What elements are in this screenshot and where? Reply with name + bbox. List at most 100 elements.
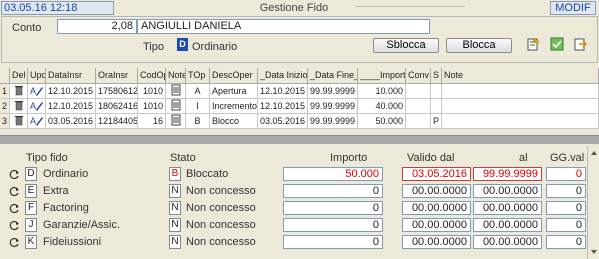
refresh-icon[interactable] xyxy=(9,186,20,197)
edit-pen-icon: A xyxy=(30,86,43,96)
grid-header-data-fine[interactable]: _Data Fine_ xyxy=(308,68,358,84)
grid-header-codop[interactable]: CodOp xyxy=(138,68,166,84)
check-icon[interactable] xyxy=(550,37,564,51)
cell-desc-oper: Incremento xyxy=(210,99,258,114)
tipo-value: Ordinario xyxy=(192,41,238,53)
update-row-button[interactable]: A xyxy=(28,99,46,114)
delete-row-button[interactable] xyxy=(10,84,28,99)
fido-name: Garanzie/Assic. xyxy=(43,219,121,231)
grid-header-orainsr[interactable]: OraInsr xyxy=(96,68,138,84)
operations-grid: Del Upd DataInsr OraInsr CodOp Note TOp … xyxy=(0,68,599,132)
gg-val-field[interactable]: 0 xyxy=(546,201,586,215)
valido-al-field[interactable]: 00.00.0000 xyxy=(473,235,542,249)
note-button[interactable] xyxy=(166,84,186,99)
gg-val-field[interactable]: 0 xyxy=(546,167,586,181)
stato-code[interactable]: N xyxy=(169,235,181,249)
header-importo: Importo xyxy=(330,152,368,164)
delete-row-button[interactable] xyxy=(10,99,28,114)
importo-field[interactable]: 50.000 xyxy=(283,167,383,181)
stato-code[interactable]: N xyxy=(169,201,181,215)
fido-name: Ordinario xyxy=(43,168,89,180)
cell-top: B xyxy=(186,114,210,129)
timestamp: 03.05.16 12:18 xyxy=(1,1,114,15)
scroll-up-icon[interactable] xyxy=(589,148,599,158)
stato-code[interactable]: N xyxy=(169,184,181,198)
grid-header-conv[interactable]: Conv xyxy=(406,68,431,84)
refresh-icon[interactable] xyxy=(9,237,20,248)
export-icon[interactable] xyxy=(573,37,587,51)
gg-val-field[interactable]: 0 xyxy=(546,235,586,249)
note-button[interactable] xyxy=(166,99,186,114)
gg-val-field[interactable]: 0 xyxy=(546,184,586,198)
cell-top: A xyxy=(186,84,210,99)
stato-text: Bloccato xyxy=(186,168,229,180)
importo-field[interactable]: 0 xyxy=(283,184,383,198)
fido-code[interactable]: F xyxy=(25,201,37,215)
valido-al-field[interactable]: 00.00.0000 xyxy=(473,201,542,215)
blocca-button[interactable]: Blocca xyxy=(446,38,512,53)
cell-note xyxy=(442,99,599,114)
update-row-button[interactable]: A xyxy=(28,84,46,99)
importo-field[interactable]: 0 xyxy=(283,218,383,232)
delete-row-button[interactable] xyxy=(10,114,28,129)
cell-conv xyxy=(406,99,431,114)
header-gg-val: GG.val xyxy=(550,152,585,164)
stato-code[interactable]: N xyxy=(169,218,181,232)
cell-data-inizio: 12.10.2015 xyxy=(258,84,308,99)
cell-data-fine: 99.99.9999 xyxy=(308,99,358,114)
importo-field[interactable]: 0 xyxy=(283,201,383,215)
valido-dal-field[interactable]: 03.05.2016 xyxy=(402,167,471,181)
stato-code[interactable]: B xyxy=(169,167,181,181)
cell-note xyxy=(442,114,599,129)
sblocca-button[interactable]: Sblocca xyxy=(373,38,439,53)
grid-header-importo[interactable]: ____Importo xyxy=(358,68,406,84)
valido-dal-field[interactable]: 00.00.0000 xyxy=(402,201,471,215)
refresh-icon[interactable] xyxy=(9,220,20,231)
cell-importo: 50.000 xyxy=(358,114,406,129)
grid-header-s[interactable]: S xyxy=(431,68,442,84)
valido-al-field[interactable]: 00.00.0000 xyxy=(473,184,542,198)
valido-dal-field[interactable]: 00.00.0000 xyxy=(402,218,471,232)
cell-s xyxy=(431,84,442,99)
trash-icon xyxy=(14,86,23,96)
note-button[interactable] xyxy=(166,114,186,129)
splitter-bar[interactable] xyxy=(0,135,599,144)
cell-importo: 10.000 xyxy=(358,84,406,99)
tipo-code-icon[interactable]: D xyxy=(177,38,188,51)
refresh-icon[interactable] xyxy=(9,203,20,214)
valido-al-field[interactable]: 99.99.9999 xyxy=(473,167,542,181)
cell-ora-insr: 17580612 xyxy=(96,84,138,99)
fido-code[interactable]: E xyxy=(25,184,37,198)
scroll-down-icon[interactable] xyxy=(589,247,599,257)
cell-cod-op: 16 xyxy=(138,114,166,129)
grid-header-note2[interactable]: Note xyxy=(442,68,599,84)
fido-code[interactable]: K xyxy=(25,235,37,249)
notepad-icon xyxy=(171,114,180,126)
stato-text: Non concesso xyxy=(186,219,256,231)
gg-val-field[interactable]: 0 xyxy=(546,218,586,232)
grid-header-del[interactable]: Del xyxy=(10,68,28,84)
grid-header-note[interactable]: Note xyxy=(166,68,186,84)
edit-note-icon[interactable] xyxy=(526,37,540,51)
valido-al-field[interactable]: 00.00.0000 xyxy=(473,218,542,232)
conto-number-field[interactable]: 2,08 xyxy=(57,19,137,34)
fido-code[interactable]: J xyxy=(25,218,37,232)
cell-top: I xyxy=(186,99,210,114)
grid-header-datainsr[interactable]: DataInsr xyxy=(46,68,96,84)
vertical-scrollbar[interactable] xyxy=(587,146,599,259)
grid-header-descoper[interactable]: DescOper xyxy=(210,68,258,84)
conto-name-field[interactable]: ANGIULLI DANIELA xyxy=(137,19,430,34)
grid-header-upd[interactable]: Upd xyxy=(28,68,46,84)
cell-data-insr: 12.10.2015 xyxy=(46,84,96,99)
update-row-button[interactable]: A xyxy=(28,114,46,129)
fido-code[interactable]: D xyxy=(25,167,37,181)
refresh-icon[interactable] xyxy=(9,169,20,180)
importo-field[interactable]: 0 xyxy=(283,235,383,249)
cell-data-inizio: 12.10.2015 xyxy=(258,99,308,114)
title-divider xyxy=(355,6,465,7)
valido-dal-field[interactable]: 00.00.0000 xyxy=(402,235,471,249)
grid-header-top[interactable]: TOp xyxy=(186,68,210,84)
valido-dal-field[interactable]: 00.00.0000 xyxy=(402,184,471,198)
row-number: 2 xyxy=(0,99,10,114)
grid-header-data-inizio[interactable]: _Data Inizio_ xyxy=(258,68,308,84)
